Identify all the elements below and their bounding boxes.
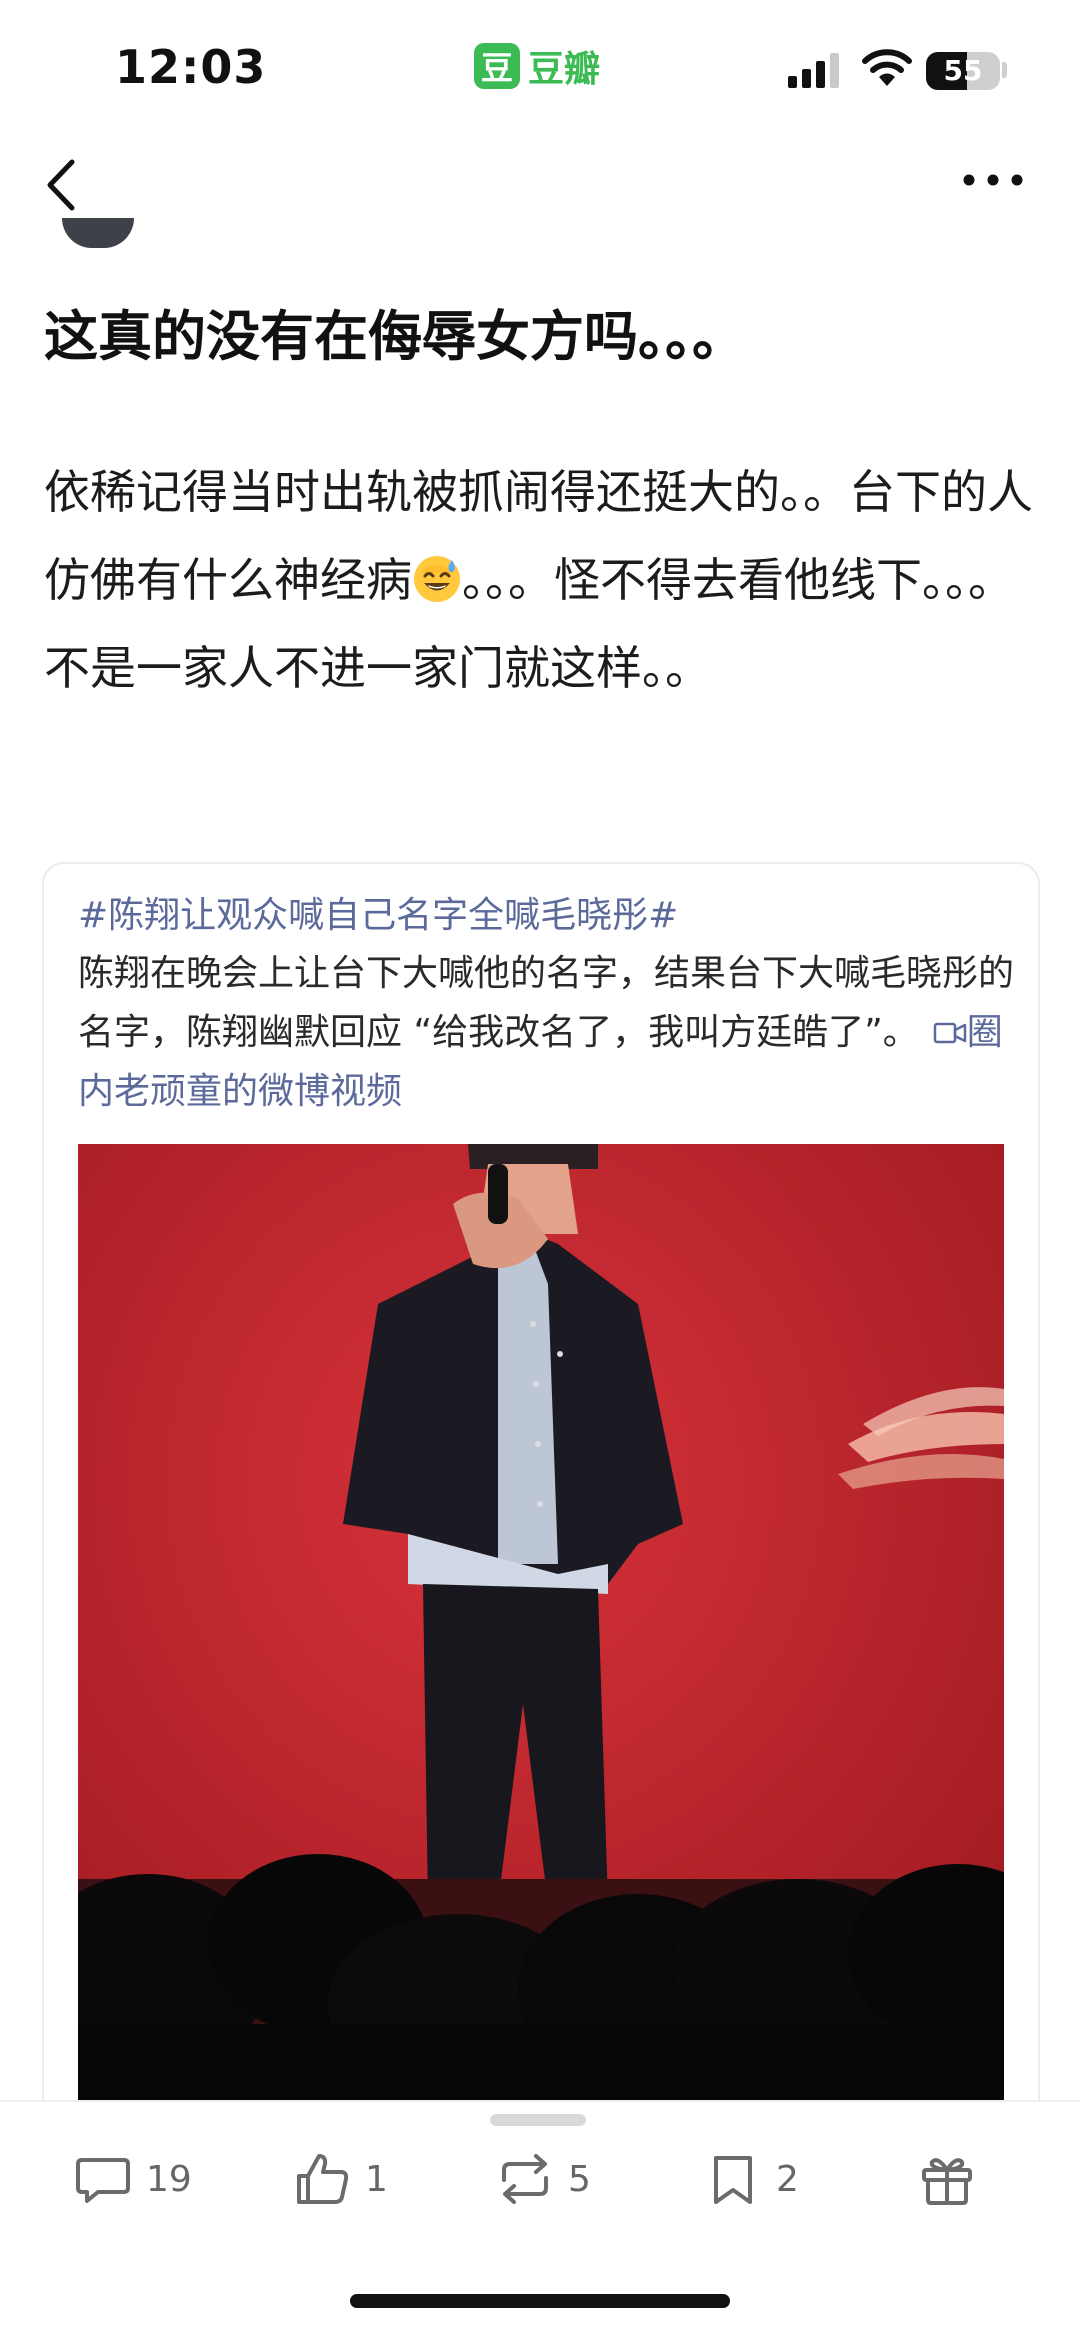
gift-button[interactable] xyxy=(918,2144,976,2214)
wifi-icon xyxy=(862,49,912,86)
battery-icon: 55 xyxy=(926,52,1000,90)
quote-body: 陈翔在晚会上让台下大喊他的名字，结果台下大喊毛晓彤的名字，陈翔幽默回应 “给我改… xyxy=(78,953,1015,1053)
repost-button[interactable]: 5 xyxy=(496,2144,591,2214)
app-logo-icon: 豆 xyxy=(474,43,520,89)
comment-icon xyxy=(76,2158,130,2203)
repost-count: 5 xyxy=(568,2158,591,2200)
post-body: 依稀记得当时出轨被抓闹得还挺大的。。台下的人仿佛有什么神经病 。。。怪不得去看他… xyxy=(44,448,1034,712)
quote-hashtag[interactable]: #陈翔让观众喊自己名字全喊毛晓彤# xyxy=(78,886,678,938)
post-title: 这真的没有在侮辱女方吗。。。 xyxy=(44,305,746,368)
signal-icon xyxy=(788,53,839,88)
like-count: 1 xyxy=(365,2158,388,2200)
gift-icon xyxy=(922,2158,972,2205)
repost-icon xyxy=(502,2154,548,2204)
drag-handle[interactable] xyxy=(490,2114,586,2126)
thumbs-up-icon xyxy=(297,2154,349,2204)
status-time: 12:03 xyxy=(115,40,267,94)
back-button[interactable] xyxy=(36,150,86,220)
collect-count: 2 xyxy=(776,2158,799,2200)
bottom-action-bar: 19 1 5 2 xyxy=(0,2100,1080,2339)
app-badge: 豆 豆瓣 xyxy=(474,40,600,92)
bookmark-icon xyxy=(714,2156,752,2204)
comment-count: 19 xyxy=(146,2158,192,2200)
home-indicator[interactable] xyxy=(350,2294,730,2308)
video-link-icon xyxy=(933,1022,966,1044)
status-bar: 12:03 豆 豆瓣 55 xyxy=(0,0,1080,140)
battery-cap xyxy=(1002,62,1007,78)
avatar[interactable] xyxy=(62,218,134,248)
more-button[interactable] xyxy=(960,160,1026,200)
collect-button[interactable]: 2 xyxy=(704,2144,799,2214)
quote-text: 陈翔在晚会上让台下大喊他的名字，结果台下大喊毛晓彤的名字，陈翔幽默回应 “给我改… xyxy=(78,944,1014,1121)
battery-percent: 55 xyxy=(943,54,983,87)
video-thumbnail[interactable] xyxy=(78,1144,1004,2104)
comment-button[interactable]: 19 xyxy=(74,2144,192,2214)
sweat-smile-emoji-icon xyxy=(414,556,460,602)
like-button[interactable]: 1 xyxy=(293,2144,388,2214)
app-name: 豆瓣 xyxy=(528,49,601,90)
quoted-weibo-card[interactable]: #陈翔让观众喊自己名字全喊毛晓彤# 陈翔在晚会上让台下大喊他的名字，结果台下大喊… xyxy=(42,862,1040,2104)
